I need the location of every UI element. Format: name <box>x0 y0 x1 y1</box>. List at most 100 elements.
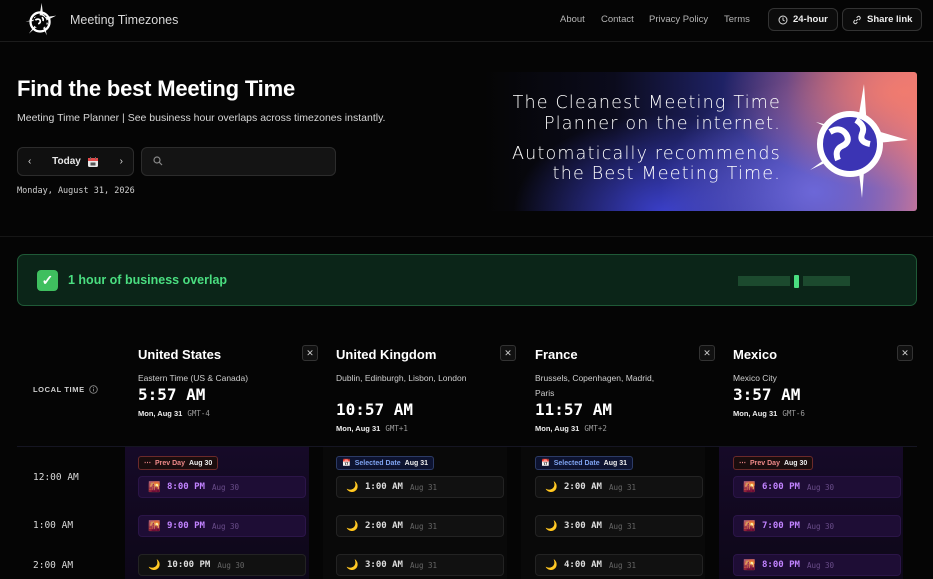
time-slot[interactable]: 🌙 3:00 AM Aug 31 <box>336 554 504 576</box>
timezone-region: Eastern Time (US & Canada) <box>138 373 249 383</box>
selected-date-tag: 📅 Selected Date Aug 31 <box>535 456 633 470</box>
next-day-button[interactable]: › <box>116 156 127 167</box>
slot-time: 4:00 AM <box>564 560 602 570</box>
nav-link-contact[interactable]: Contact <box>601 14 634 25</box>
compass-globe-logo-icon[interactable] <box>22 2 60 40</box>
hour-format-toggle-button[interactable]: 24-hour <box>768 8 838 31</box>
timezone-gmt-offset: GMT+1 <box>385 424 408 433</box>
banner-line-1: The Cleanest Meeting Time <box>512 93 781 113</box>
check-icon: ✓ <box>37 270 58 291</box>
slot-time: 9:00 PM <box>167 521 205 531</box>
local-time-label: LOCAL TIME <box>33 385 85 394</box>
timezone-search <box>141 147 336 176</box>
moon-icon: 🌙 <box>346 520 359 532</box>
overlap-hour-bar <box>738 275 850 289</box>
sunset-icon: 🌇 <box>743 520 756 532</box>
tag-label: Selected Date <box>354 459 401 467</box>
timezone-date-text: Mon, Aug 31 <box>733 409 778 418</box>
nav-link-terms[interactable]: Terms <box>724 14 750 25</box>
previous-day-button[interactable]: ‹ <box>24 156 35 167</box>
hour-format-label: 24-hour <box>793 14 828 25</box>
timezone-gmt-offset: GMT+2 <box>584 424 607 433</box>
slot-date: Aug 30 <box>217 560 245 570</box>
slot-time: 1:00 AM <box>365 482 403 492</box>
today-button[interactable]: Today <box>52 156 99 168</box>
time-slot[interactable]: 🌙 2:00 AM Aug 31 <box>535 476 703 498</box>
moon-icon: 🌙 <box>346 481 359 493</box>
top-nav: Meeting Timezones About Contact Privacy … <box>0 0 933 42</box>
nav-link-about[interactable]: About <box>560 14 585 25</box>
slot-time: 8:00 PM <box>762 560 800 570</box>
sunset-icon: 🌇 <box>743 481 756 493</box>
moon-icon: 🌙 <box>545 559 558 571</box>
row-local-time: 2:00 AM <box>33 560 74 571</box>
timezone-country: United States <box>138 347 222 362</box>
time-slot[interactable]: 🌇 7:00 PM Aug 30 <box>733 515 901 537</box>
date-picker: ‹ Today › <box>17 147 134 176</box>
dots-icon: ⋯ <box>739 460 746 467</box>
timezone-date: Mon, Aug 31 GMT+1 <box>336 424 408 433</box>
time-slot[interactable]: 🌇 8:00 PM Aug 30 <box>138 476 306 498</box>
time-slot[interactable]: 🌙 1:00 AM Aug 31 <box>336 476 504 498</box>
timezone-country: United Kingdom <box>336 347 437 362</box>
slot-time: 2:00 AM <box>564 482 602 492</box>
promo-banner: The Cleanest Meeting Time Planner on the… <box>484 72 917 211</box>
time-slot[interactable]: 🌇 6:00 PM Aug 30 <box>733 476 901 498</box>
tag-label: Selected Date <box>553 459 600 467</box>
time-slot[interactable]: 🌙 4:00 AM Aug 31 <box>535 554 703 576</box>
info-icon[interactable] <box>88 385 98 394</box>
timezone-gmt-offset: GMT-6 <box>782 409 805 418</box>
remove-timezone-button[interactable]: ✕ <box>699 345 715 361</box>
selected-date-tag: 📅 Selected Date Aug 31 <box>336 456 434 470</box>
selected-date-text: Monday, August 31, 2026 <box>17 186 135 196</box>
share-link-label: Share link <box>867 14 913 25</box>
timezone-date-text: Mon, Aug 31 <box>138 409 183 418</box>
timezone-current-time: 11:57 AM <box>535 400 613 419</box>
slot-date: Aug 30 <box>806 482 835 492</box>
page-subtitle: Meeting Time Planner | See business hour… <box>17 112 386 124</box>
moon-icon: 🌙 <box>346 559 359 571</box>
time-slot[interactable]: 🌇 8:00 PM Aug 30 <box>733 554 901 576</box>
slot-time: 8:00 PM <box>167 482 205 492</box>
time-slot[interactable]: 🌇 9:00 PM Aug 30 <box>138 515 306 537</box>
section-divider <box>0 236 933 237</box>
search-icon <box>153 156 163 166</box>
link-icon <box>853 15 861 24</box>
timezone-current-time: 10:57 AM <box>336 400 414 419</box>
slot-time: 6:00 PM <box>762 482 800 492</box>
dots-icon: ⋯ <box>144 460 151 467</box>
time-slot[interactable]: 🌙 3:00 AM Aug 31 <box>535 515 703 537</box>
tag-date: Aug 31 <box>404 459 428 467</box>
remove-timezone-button[interactable]: ✕ <box>302 345 318 361</box>
moon-icon: 🌙 <box>545 481 558 493</box>
remove-timezone-button[interactable]: ✕ <box>500 345 516 361</box>
moon-icon: 🌙 <box>545 520 558 532</box>
timezone-current-time: 3:57 AM <box>733 385 801 404</box>
timezone-region: Brussels, Copenhagen, Madrid, Paris <box>535 373 655 398</box>
timezone-date: Mon, Aug 31 GMT+2 <box>535 424 607 433</box>
overlap-text: 1 hour of business overlap <box>68 273 228 287</box>
time-slot[interactable]: 🌙 10:00 PM Aug 30 <box>138 554 306 576</box>
slot-date: Aug 31 <box>608 560 637 570</box>
share-link-button[interactable]: Share link <box>842 8 923 31</box>
tag-label: Prev Day <box>750 459 780 467</box>
local-time-header: LOCAL TIME <box>33 385 98 394</box>
nav-link-privacy-policy[interactable]: Privacy Policy <box>649 14 708 25</box>
calendar-icon <box>87 156 98 167</box>
remove-timezone-button[interactable]: ✕ <box>897 345 913 361</box>
banner-line-2: Planner on the internet. <box>543 114 781 134</box>
overlap-summary: ✓ 1 hour of business overlap <box>17 254 917 306</box>
brand-name[interactable]: Meeting Timezones <box>70 13 178 27</box>
sunset-icon: 🌇 <box>148 520 161 532</box>
row-local-time: 1:00 AM <box>33 520 74 531</box>
tag-date: Aug 30 <box>188 459 213 467</box>
overlap-hour-segment <box>785 276 790 286</box>
timezone-region: Mexico City <box>733 373 777 383</box>
tag-date: Aug 31 <box>603 459 627 467</box>
calendar-icon: 📅 <box>541 460 550 467</box>
slot-time: 2:00 AM <box>365 521 403 531</box>
time-slot[interactable]: 🌙 2:00 AM Aug 31 <box>336 515 504 537</box>
search-input[interactable] <box>170 152 330 172</box>
timezone-region: Dublin, Edinburgh, Lisbon, London <box>336 373 467 383</box>
calendar-icon: 📅 <box>342 460 351 467</box>
